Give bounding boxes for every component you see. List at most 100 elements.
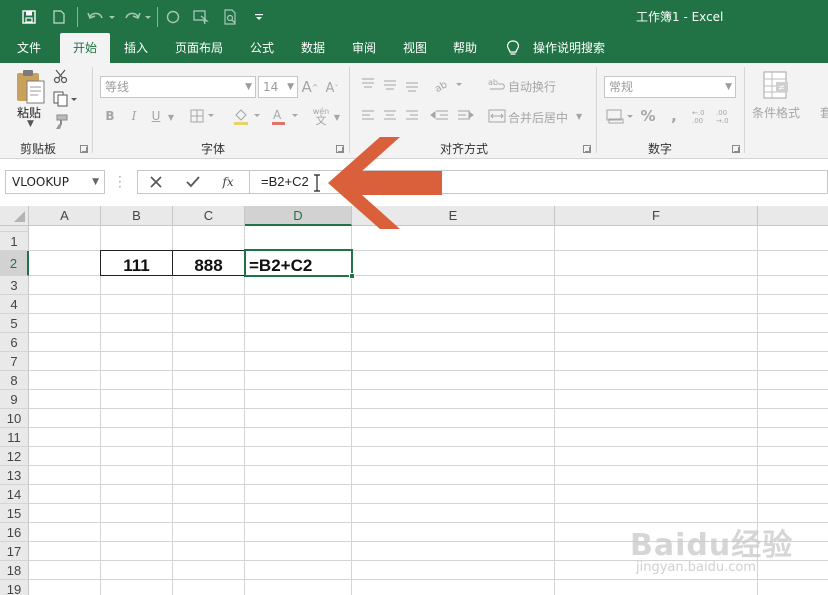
vertical-align-icons[interactable] bbox=[360, 77, 420, 93]
group-separator bbox=[92, 67, 93, 153]
underline-icon[interactable]: U bbox=[148, 107, 164, 125]
cell-b2[interactable]: 111 bbox=[101, 256, 172, 275]
row-header-10[interactable]: 10 bbox=[0, 409, 29, 428]
horizontal-align-icons[interactable] bbox=[360, 109, 420, 123]
row-header-8[interactable]: 8 bbox=[0, 371, 29, 390]
chevron-down-icon[interactable]: ▼ bbox=[166, 108, 176, 126]
number-group-label: 数字 bbox=[648, 142, 673, 156]
tab-page-layout[interactable]: 页面布局 bbox=[166, 33, 232, 63]
table-format-label-partial[interactable]: 套 bbox=[820, 104, 828, 121]
tab-formulas[interactable]: 公式 bbox=[240, 33, 284, 63]
row-header-15[interactable]: 15 bbox=[0, 504, 29, 523]
select-all-button[interactable] bbox=[0, 206, 29, 226]
row-header-2[interactable]: 2 bbox=[0, 251, 29, 276]
gridline bbox=[554, 226, 555, 595]
alignment-dialog-launcher[interactable] bbox=[583, 145, 591, 153]
row-header-11[interactable]: 11 bbox=[0, 428, 29, 447]
print-preview-icon[interactable] bbox=[220, 0, 242, 33]
row-header-3[interactable]: 3 bbox=[0, 276, 29, 295]
insert-function-icon[interactable]: fx bbox=[216, 171, 240, 193]
accounting-format-icon[interactable] bbox=[606, 108, 634, 124]
row-header-1[interactable]: 1 bbox=[0, 232, 29, 251]
gridline bbox=[29, 408, 828, 409]
row-header-6[interactable]: 6 bbox=[0, 333, 29, 352]
tab-review[interactable]: 审阅 bbox=[341, 33, 387, 63]
row-header-13[interactable]: 13 bbox=[0, 466, 29, 485]
row-header-19[interactable]: 19 bbox=[0, 580, 29, 595]
cancel-icon[interactable] bbox=[144, 171, 168, 193]
decrease-font-size-icon[interactable]: Aˇ bbox=[324, 78, 340, 98]
tab-insert[interactable]: 插入 bbox=[112, 33, 160, 63]
row-header-7[interactable]: 7 bbox=[0, 352, 29, 371]
undo-icon[interactable] bbox=[84, 0, 118, 33]
font-name-value: 等线 bbox=[105, 80, 130, 94]
indent-icons[interactable] bbox=[430, 109, 474, 123]
title-bar: 工作簿1 - Excel bbox=[0, 0, 828, 33]
percent-icon[interactable]: % bbox=[640, 107, 656, 125]
column-header-b[interactable]: B bbox=[101, 206, 173, 226]
row-header-14[interactable]: 14 bbox=[0, 485, 29, 504]
column-header-g-partial[interactable] bbox=[758, 206, 828, 226]
comma-style-icon[interactable]: , bbox=[666, 107, 682, 125]
customize-qat-icon[interactable] bbox=[252, 0, 266, 33]
row-header-18[interactable]: 18 bbox=[0, 561, 29, 580]
tell-me-search[interactable]: 操作说明搜索 bbox=[528, 33, 610, 63]
chevron-down-icon: ▼ bbox=[92, 177, 99, 187]
number-dialog-launcher[interactable] bbox=[732, 145, 740, 153]
tab-view[interactable]: 视图 bbox=[392, 33, 438, 63]
touch-mode-icon[interactable] bbox=[190, 0, 212, 33]
decimal-places-icons[interactable]: ←.0.00 .00→.0 bbox=[692, 107, 738, 125]
name-box[interactable]: VLOOKUP ▼ bbox=[5, 170, 105, 194]
row-header-16[interactable]: 16 bbox=[0, 523, 29, 542]
cut-icon[interactable] bbox=[53, 68, 69, 84]
bold-icon[interactable]: B bbox=[102, 107, 118, 125]
row-header-9[interactable]: 9 bbox=[0, 390, 29, 409]
new-file-icon[interactable] bbox=[48, 0, 70, 33]
fill-color-icon[interactable] bbox=[232, 107, 262, 125]
paste-dropdown-caret[interactable]: ▼ bbox=[27, 119, 34, 129]
row-header-5[interactable]: 5 bbox=[0, 314, 29, 333]
gridline bbox=[29, 484, 828, 485]
gridline bbox=[29, 389, 828, 390]
column-header-c[interactable]: C bbox=[173, 206, 245, 226]
italic-icon[interactable]: I bbox=[126, 107, 142, 125]
cell-c2[interactable]: 888 bbox=[173, 256, 244, 275]
redo-icon[interactable] bbox=[120, 0, 154, 33]
clipboard-dialog-launcher[interactable] bbox=[80, 145, 88, 153]
copy-icon[interactable] bbox=[53, 91, 77, 107]
tab-home[interactable]: 开始 bbox=[60, 33, 110, 63]
row-header-spacer bbox=[0, 226, 29, 232]
fill-handle[interactable] bbox=[349, 273, 355, 279]
increase-font-size-icon[interactable]: A ^ bbox=[302, 77, 319, 97]
merge-center-label[interactable]: 合并后居中 bbox=[508, 109, 568, 126]
conditional-formatting-icon[interactable]: ≠ bbox=[762, 70, 792, 100]
font-color-icon[interactable]: A bbox=[270, 107, 300, 125]
borders-icon[interactable] bbox=[190, 109, 216, 123]
wrap-text-label[interactable]: 自动换行 bbox=[508, 78, 556, 95]
tab-help[interactable]: 帮助 bbox=[442, 33, 488, 63]
circle-icon[interactable] bbox=[163, 0, 183, 33]
enter-icon[interactable] bbox=[181, 171, 205, 193]
chevron-down-icon[interactable]: ▼ bbox=[576, 112, 582, 121]
row-header-4[interactable]: 4 bbox=[0, 295, 29, 314]
gridline bbox=[172, 226, 173, 595]
phonetic-guide-icon[interactable]: wén 文 bbox=[310, 105, 332, 127]
number-format-combo[interactable]: 常规 ▼ bbox=[604, 76, 736, 98]
formula-bar-grip[interactable]: · · · bbox=[118, 171, 122, 193]
font-name-combo[interactable]: 等线 ▼ bbox=[100, 76, 256, 98]
format-painter-icon[interactable] bbox=[53, 114, 69, 130]
row-header-12[interactable]: 12 bbox=[0, 447, 29, 466]
paste-icon[interactable] bbox=[14, 69, 46, 105]
wrap-text-icon[interactable]: ab bbox=[488, 77, 506, 93]
font-size-combo[interactable]: 14 ▼ bbox=[258, 76, 298, 98]
row-header-17[interactable]: 17 bbox=[0, 542, 29, 561]
tab-file[interactable]: 文件 bbox=[4, 33, 54, 63]
column-header-a[interactable]: A bbox=[29, 206, 101, 226]
orientation-icon[interactable]: ab bbox=[432, 75, 464, 95]
column-header-f[interactable]: F bbox=[555, 206, 758, 226]
conditional-formatting-label[interactable]: 条件格式 bbox=[752, 104, 800, 121]
merge-center-icon[interactable] bbox=[488, 108, 506, 124]
save-icon[interactable] bbox=[18, 0, 40, 33]
tab-data[interactable]: 数据 bbox=[290, 33, 336, 63]
chevron-down-icon[interactable]: ▼ bbox=[332, 108, 342, 126]
